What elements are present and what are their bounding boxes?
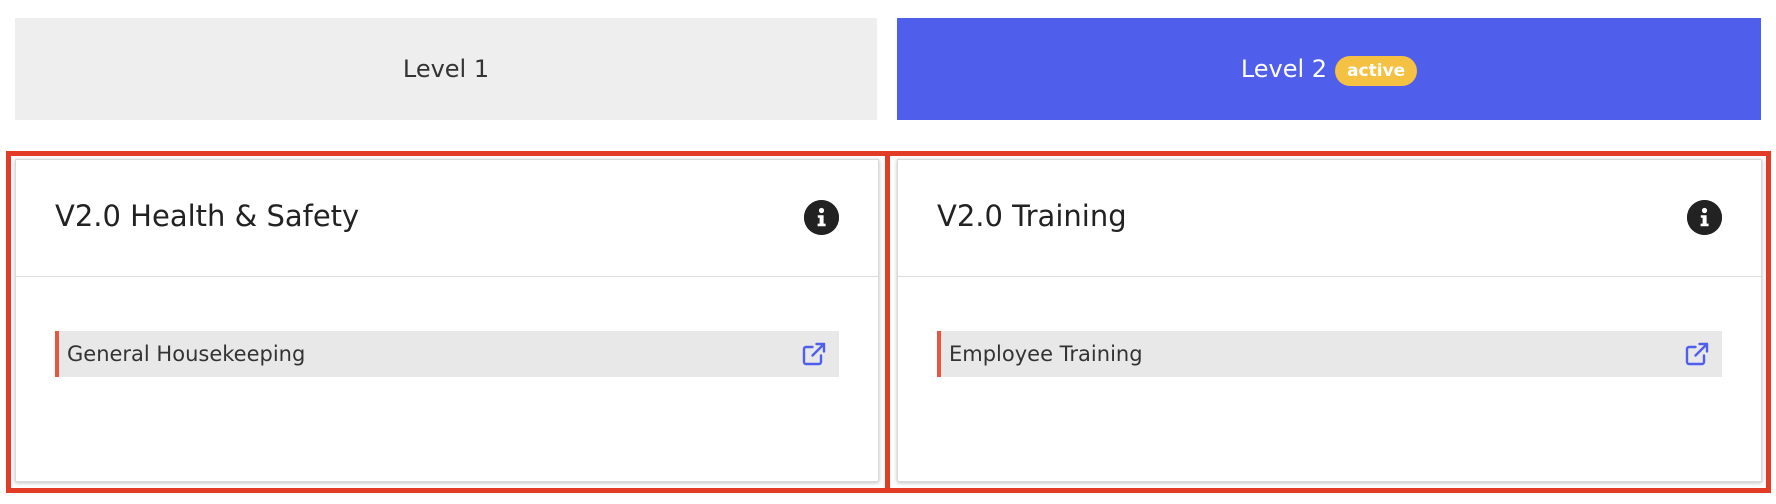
active-badge: active <box>1335 56 1418 86</box>
tab-level-2[interactable]: Level 2 active <box>897 18 1761 120</box>
highlight-divider <box>885 151 890 493</box>
tab-level-2-label: Level 2 <box>1240 55 1328 83</box>
info-icon[interactable] <box>804 200 839 235</box>
info-icon[interactable] <box>1687 200 1722 235</box>
card-title: V2.0 Training <box>937 199 1127 233</box>
list-item-label: Employee Training <box>949 342 1143 366</box>
external-link-icon[interactable] <box>801 341 827 367</box>
card-title: V2.0 Health & Safety <box>55 199 360 233</box>
card-header: V2.0 Health & Safety <box>16 160 878 277</box>
list-item-label: General Housekeeping <box>67 342 306 366</box>
tab-level-1-label: Level 1 <box>402 55 490 83</box>
external-link-icon[interactable] <box>1684 341 1710 367</box>
list-item-general-housekeeping[interactable]: General Housekeeping <box>55 331 839 377</box>
card-training: V2.0 Training Employee Training <box>897 159 1762 482</box>
card-header: V2.0 Training <box>898 160 1761 277</box>
card-health-safety: V2.0 Health & Safety General Housekeepin… <box>15 159 879 482</box>
list-item-employee-training[interactable]: Employee Training <box>937 331 1722 377</box>
tab-level-1[interactable]: Level 1 <box>15 18 877 120</box>
